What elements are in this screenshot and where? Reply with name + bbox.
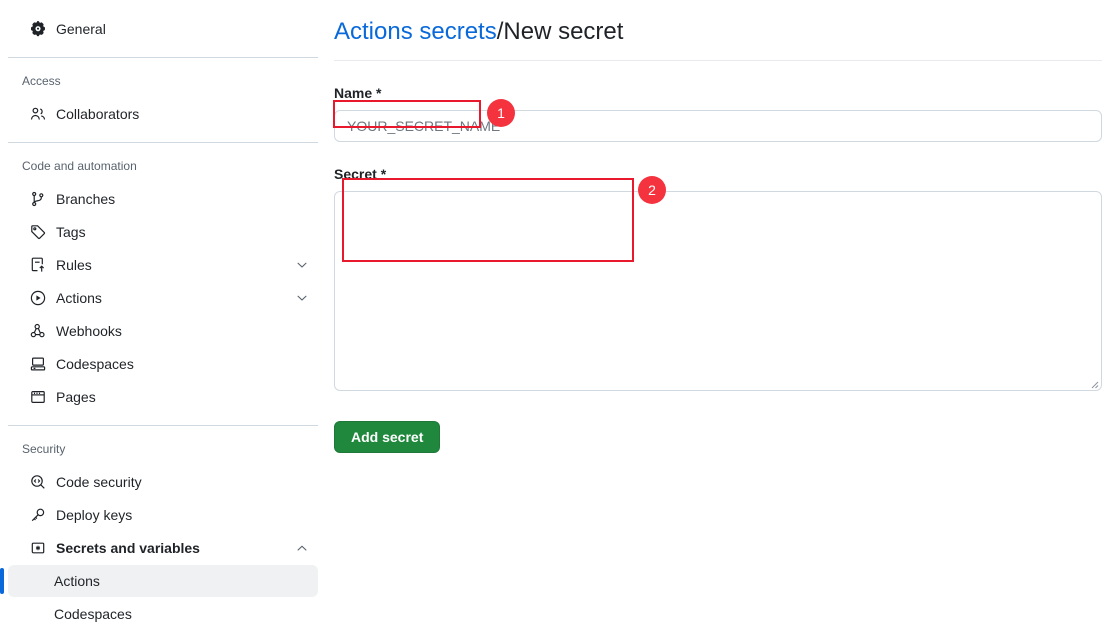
webhook-icon <box>30 323 46 339</box>
sidebar-item-general[interactable]: General <box>8 13 318 45</box>
sidebar-item-label: Webhooks <box>56 321 310 341</box>
name-field-label: Name * <box>334 83 1102 103</box>
sidebar-item-label: Rules <box>56 255 294 275</box>
sidebar-group-code-and-automation: Code and automation Branches Tags Rules <box>0 155 330 413</box>
secret-field-label: Secret * <box>334 164 1102 184</box>
sidebar-subitem-actions[interactable]: Actions <box>8 565 318 597</box>
sidebar-item-label: General <box>56 19 310 39</box>
branch-icon <box>30 191 46 207</box>
sidebar-item-codespaces[interactable]: Codespaces <box>8 348 318 380</box>
sidebar-item-deploy-keys[interactable]: Deploy keys <box>8 499 318 531</box>
sidebar-item-branches[interactable]: Branches <box>8 183 318 215</box>
sidebar-item-pages[interactable]: Pages <box>8 381 318 413</box>
sidebar-item-collaborators[interactable]: Collaborators <box>8 98 318 130</box>
sidebar-item-tags[interactable]: Tags <box>8 216 318 248</box>
sidebar-item-label: Actions <box>56 288 294 308</box>
sidebar-item-label: Branches <box>56 189 310 209</box>
tag-icon <box>30 224 46 240</box>
secret-value-textarea[interactable] <box>334 191 1102 391</box>
sidebar-divider <box>8 142 318 143</box>
sidebar-group-title-access: Access <box>0 70 330 92</box>
settings-page: General Access Collaborators Code and au… <box>0 0 1117 596</box>
sidebar-group-title-code-and-automation: Code and automation <box>0 155 330 177</box>
sidebar-item-label: Secrets and variables <box>56 538 294 558</box>
gear-icon <box>30 21 46 37</box>
main-content: Actions secrets/New secret Name * Secret… <box>330 0 1117 596</box>
rules-icon <box>30 257 46 273</box>
key-icon <box>30 507 46 523</box>
sidebar-item-rules[interactable]: Rules <box>8 249 318 281</box>
sidebar-divider <box>8 57 318 58</box>
sidebar-subitem-codespaces[interactable]: Codespaces <box>8 598 318 630</box>
sidebar-group-general: General <box>0 13 330 45</box>
sidebar-item-label: Deploy keys <box>56 505 310 525</box>
sidebar-item-label: Codespaces <box>56 354 310 374</box>
secret-value-wrapper <box>334 191 1102 391</box>
codespaces-icon <box>30 356 46 372</box>
sidebar-item-actions[interactable]: Actions <box>8 282 318 314</box>
sidebar-item-label: Codespaces <box>54 604 310 624</box>
sidebar-group-title-security: Security <box>0 438 330 460</box>
sidebar-group-access: Access Collaborators <box>0 70 330 130</box>
browser-icon <box>30 389 46 405</box>
sidebar-group-security: Security Code security Deploy keys Secre… <box>0 438 330 630</box>
secret-name-input[interactable] <box>334 110 1102 142</box>
sidebar-item-label: Collaborators <box>56 104 310 124</box>
sidebar-item-secrets-and-variables[interactable]: Secrets and variables <box>8 532 318 564</box>
settings-sidebar: General Access Collaborators Code and au… <box>0 0 330 596</box>
chevron-down-icon[interactable] <box>294 290 310 306</box>
code-search-icon <box>30 474 46 490</box>
sidebar-item-label: Tags <box>56 222 310 242</box>
sidebar-item-code-security[interactable]: Code security <box>8 466 318 498</box>
sidebar-item-label: Code security <box>56 472 310 492</box>
sidebar-item-label: Pages <box>56 387 310 407</box>
chevron-down-icon[interactable] <box>294 257 310 273</box>
breadcrumb-current: New secret <box>503 18 623 45</box>
breadcrumb-link-actions-secrets[interactable]: Actions secrets <box>334 18 497 45</box>
chevron-up-icon[interactable] <box>294 540 310 556</box>
asterisk-key-icon <box>30 540 46 556</box>
add-secret-button[interactable]: Add secret <box>334 421 440 453</box>
sidebar-divider <box>8 425 318 426</box>
breadcrumb: Actions secrets/New secret <box>334 16 1102 61</box>
play-icon <box>30 290 46 306</box>
sidebar-item-webhooks[interactable]: Webhooks <box>8 315 318 347</box>
sidebar-item-label: Actions <box>54 571 310 591</box>
people-icon <box>30 106 46 122</box>
